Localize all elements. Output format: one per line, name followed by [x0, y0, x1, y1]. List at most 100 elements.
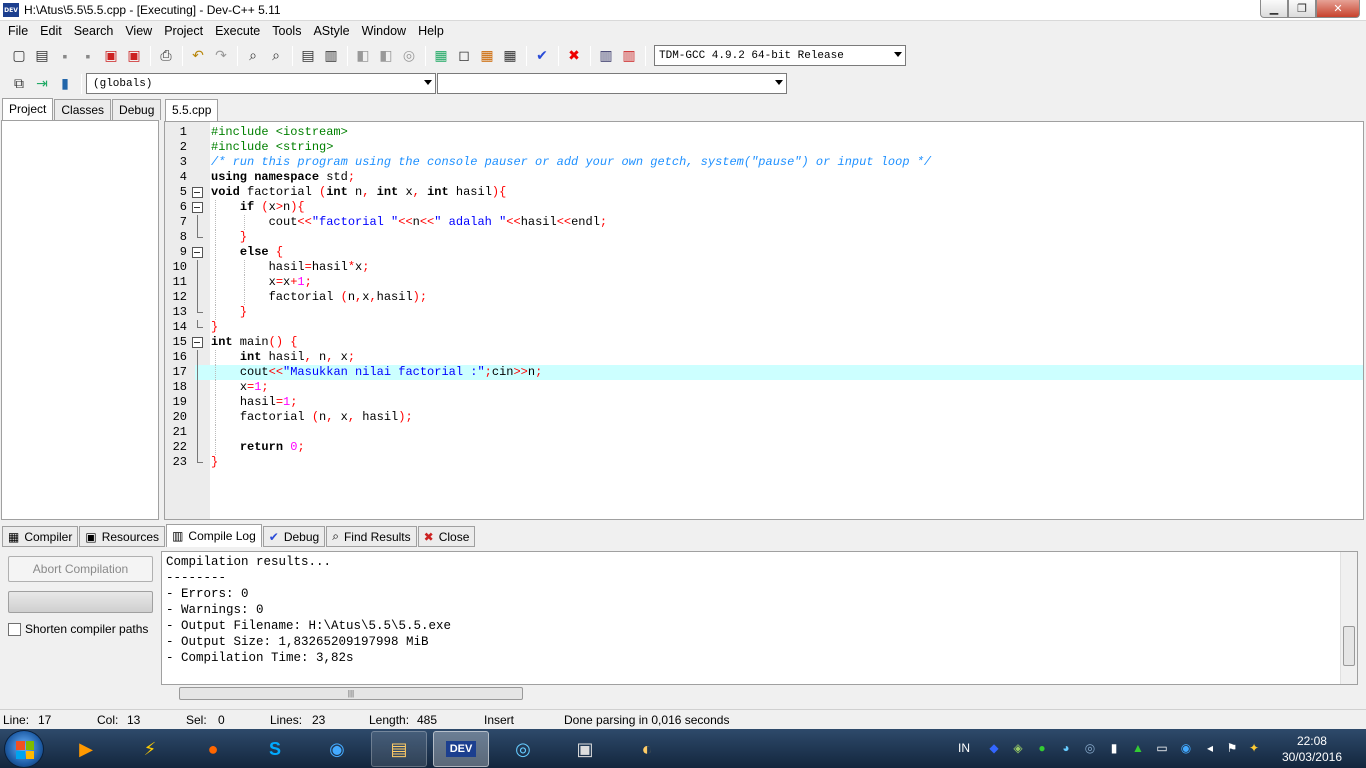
power-icon[interactable]: ✦ [1246, 740, 1262, 756]
delete-profile-icon[interactable]: ▥ [618, 45, 640, 67]
firefox-icon[interactable]: ● [185, 731, 241, 767]
syntax-check-icon[interactable]: ✔ [531, 45, 553, 67]
run-icon[interactable]: ◻ [453, 45, 475, 67]
fold-toggle-icon[interactable] [192, 185, 204, 200]
skype-icon[interactable]: S [247, 731, 303, 767]
shield-icon[interactable]: ◆ [986, 740, 1002, 756]
tab-classes[interactable]: Classes [54, 99, 112, 120]
tab-compile-log[interactable]: ▥ Compile Log [166, 524, 262, 547]
goto-icon[interactable]: ⇥ [31, 73, 53, 95]
code-line[interactable]: 11 x=x+1; [165, 275, 1363, 290]
usb-icon[interactable]: ▮ [1106, 740, 1122, 756]
tab-debug[interactable]: ✔ Debug [262, 526, 326, 547]
remove-from-project-icon[interactable]: ◎ [398, 45, 420, 67]
code-line[interactable]: 15 int main() { [165, 335, 1363, 350]
code-line[interactable]: 1 #include <iostream> [165, 125, 1363, 140]
tab-project[interactable]: Project [2, 98, 54, 121]
save-all-icon[interactable]: ▪ [77, 45, 99, 67]
scrollbar-thumb[interactable] [1343, 626, 1355, 666]
utility-app-icon[interactable]: ⚡ [122, 731, 178, 767]
find-icon[interactable]: ⌕ [242, 45, 264, 67]
code-line[interactable]: 9 else { [165, 245, 1363, 260]
messenger-app-icon[interactable]: ◉ [309, 731, 365, 767]
app-tray-icon[interactable]: ◎ [1082, 740, 1098, 756]
menu-window[interactable]: Window [356, 24, 412, 38]
code-line[interactable]: 20 factorial (n, x, hasil); [165, 410, 1363, 425]
open-file-icon[interactable]: ▤ [31, 45, 53, 67]
internet-icon[interactable]: ◎ [495, 731, 551, 767]
compile-icon[interactable]: ▦ [430, 45, 452, 67]
code-editor[interactable]: 1 #include <iostream> 2 #include <string> 3 /… [164, 121, 1364, 520]
bookmark-icon[interactable]: ▮ [54, 73, 76, 95]
function-select[interactable] [437, 73, 787, 94]
goto-line-icon[interactable]: ▥ [320, 45, 342, 67]
indent-icon[interactable]: ▤ [297, 45, 319, 67]
tab-close[interactable]: ✖ Close [417, 526, 476, 547]
menu-file[interactable]: File [2, 24, 34, 38]
new-file-icon[interactable]: ▢ [8, 45, 30, 67]
file-explorer-icon[interactable]: ▤ [371, 731, 427, 767]
log-vertical-scrollbar[interactable] [1340, 552, 1357, 684]
start-button[interactable] [4, 730, 44, 768]
code-line[interactable]: 21 [165, 425, 1363, 440]
save-icon[interactable]: ▪ [54, 45, 76, 67]
code-line[interactable]: 17 cout<<"Masukkan nilai factorial :";ci… [165, 365, 1363, 380]
code-line[interactable]: 4 using namespace std; [165, 170, 1363, 185]
console-window-icon[interactable]: ▣ [557, 731, 613, 767]
tab-compiler[interactable]: ▦ Compiler [2, 526, 79, 547]
replace-icon[interactable]: ⌕ [265, 45, 287, 67]
app-tray-icon[interactable]: ● [1034, 740, 1050, 756]
code-line[interactable]: 16 int hasil, n, x; [165, 350, 1363, 365]
network-tool-icon[interactable]: ◈ [1010, 740, 1026, 756]
tab-resources[interactable]: ▣ Resources [79, 526, 166, 547]
code-line[interactable]: 18 x=1; [165, 380, 1363, 395]
compile-log[interactable]: Compilation results... -------- - Errors: … [161, 551, 1358, 685]
app-tray-icon[interactable]: ◕ [1058, 740, 1074, 756]
code-line[interactable]: 8 } [165, 230, 1363, 245]
fold-toggle-icon[interactable] [192, 335, 204, 350]
paint-icon[interactable]: ◐ [619, 731, 675, 767]
volume-icon[interactable]: ◂ [1202, 740, 1218, 756]
new-project-icon[interactable]: ◧ [352, 45, 374, 67]
fold-toggle-icon[interactable] [192, 200, 204, 215]
menu-tools[interactable]: Tools [266, 24, 307, 38]
menu-edit[interactable]: Edit [34, 24, 68, 38]
editor-tab-file[interactable]: 5.5.cpp [165, 99, 219, 122]
redo-icon[interactable]: ↷ [210, 45, 232, 67]
log-horizontal-scrollbar[interactable]: ||| [161, 685, 1341, 702]
close-file-icon[interactable]: ▣ [100, 45, 122, 67]
undo-icon[interactable]: ↶ [187, 45, 209, 67]
print-icon[interactable]: ⎙ [155, 45, 177, 67]
app-tray-icon[interactable]: ◉ [1178, 740, 1194, 756]
devcpp-taskbar-icon[interactable]: DEV [433, 731, 489, 767]
menu-astyle[interactable]: AStyle [307, 24, 355, 38]
insert-icon[interactable]: ⧉ [8, 73, 30, 95]
menu-search[interactable]: Search [68, 24, 120, 38]
minimize-button[interactable]: ▁ [1260, 0, 1288, 18]
code-line[interactable]: 12 factorial (n,x,hasil); [165, 290, 1363, 305]
stop-execution-icon[interactable]: ✖ [563, 45, 585, 67]
profile-icon[interactable]: ▥ [595, 45, 617, 67]
tab-find-results[interactable]: ⌕ Find Results [326, 526, 417, 547]
fold-toggle-icon[interactable] [192, 245, 204, 260]
add-to-project-icon[interactable]: ◧ [375, 45, 397, 67]
flag-icon[interactable]: ⚑ [1224, 740, 1240, 756]
code-area[interactable]: 1 #include <iostream> 2 #include <string> 3 /… [165, 125, 1363, 470]
code-line[interactable]: 13 } [165, 305, 1363, 320]
language-indicator[interactable]: IN [954, 740, 974, 756]
compile-run-icon[interactable]: ▦ [476, 45, 498, 67]
code-line[interactable]: 7 cout<<"factorial "<<n<<" adalah "<<has… [165, 215, 1363, 230]
devcpp-app-icon[interactable]: DEV [3, 3, 19, 17]
app-tray-icon[interactable]: ▲ [1130, 740, 1146, 756]
menu-execute[interactable]: Execute [209, 24, 266, 38]
compiler-select[interactable]: TDM-GCC 4.9.2 64-bit Release [654, 45, 906, 66]
abort-compilation-button[interactable]: Abort Compilation [8, 556, 153, 582]
taskbar-clock[interactable]: 22:08 30/03/2016 [1282, 733, 1342, 765]
media-player-icon[interactable]: ▶ [58, 731, 114, 767]
menu-help[interactable]: Help [412, 24, 450, 38]
shorten-paths-checkbox[interactable] [8, 622, 21, 636]
menu-project[interactable]: Project [158, 24, 209, 38]
code-line[interactable]: 19 hasil=1; [165, 395, 1363, 410]
scope-select[interactable]: (globals) [86, 73, 436, 94]
scrollbar-thumb[interactable]: ||| [179, 687, 523, 700]
